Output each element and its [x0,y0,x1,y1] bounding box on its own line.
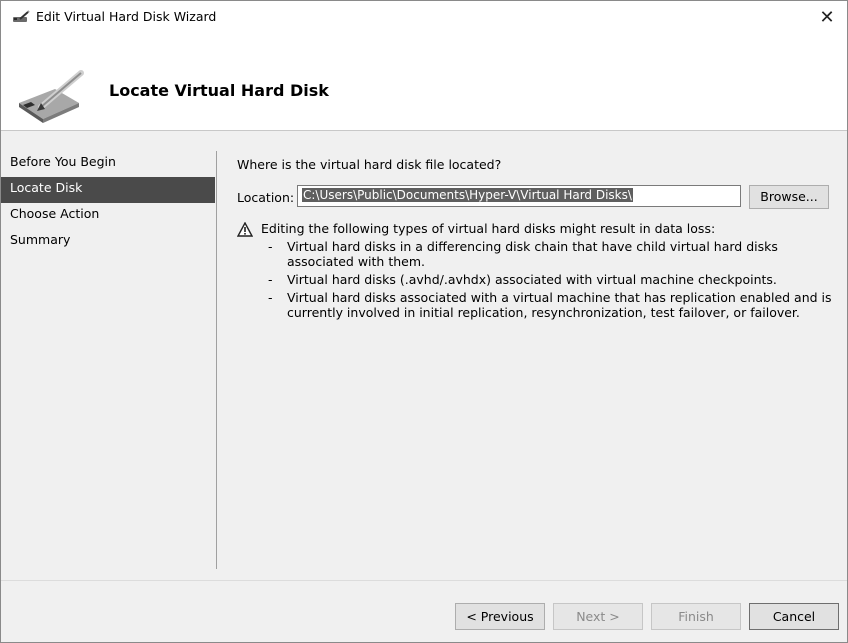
list-item: - Virtual hard disks in a differencing di… [263,239,835,269]
location-input[interactable]: C:\Users\Public\Documents\Hyper-V\Virtua… [297,185,741,207]
footer-divider [1,580,847,581]
location-input-value: C:\Users\Public\Documents\Hyper-V\Virtua… [302,188,633,202]
bullet-dash: - [268,290,273,305]
list-item: - Virtual hard disks (.avhd/.avhdx) assoc… [263,272,835,287]
wizard-step-nav: Before You Begin Locate Disk Choose Acti… [1,151,215,255]
previous-button[interactable]: < Previous [455,603,545,630]
page-title: Locate Virtual Hard Disk [109,81,329,100]
close-button[interactable]: ✕ [807,1,847,33]
nav-item-choose-action[interactable]: Choose Action [1,203,215,229]
hard-disk-pencil-icon [19,70,84,123]
wizard-window: Edit Virtual Hard Disk Wizard ✕ Locate V… [0,0,848,643]
browse-button[interactable]: Browse... [749,185,829,209]
bullet-text: Virtual hard disks in a differencing dis… [287,239,778,269]
next-button[interactable]: Next > [553,603,643,630]
list-item: - Virtual hard disks associated with a vi… [263,290,835,320]
bullet-text: Virtual hard disks (.avhd/.avhdx) associ… [287,272,777,287]
finish-button[interactable]: Finish [651,603,741,630]
warning-text: Editing the following types of virtual h… [261,221,716,236]
title-bar: Edit Virtual Hard Disk Wizard ✕ [1,1,847,33]
location-question: Where is the virtual hard disk file loca… [237,157,502,172]
location-label: Location: [237,190,295,205]
nav-item-before-you-begin[interactable]: Before You Begin [1,151,215,177]
wizard-header: Locate Virtual Hard Disk [1,33,847,131]
close-icon: ✕ [819,6,835,28]
disk-edit-icon [13,10,30,22]
cancel-button[interactable]: Cancel [749,603,839,630]
bullet-text: Virtual hard disks associated with a vir… [287,290,832,320]
nav-item-locate-disk[interactable]: Locate Disk [1,177,215,203]
warning-list: - Virtual hard disks in a differencing di… [263,239,835,323]
warning-triangle-icon [237,222,253,237]
nav-item-summary[interactable]: Summary [1,229,215,255]
window-title: Edit Virtual Hard Disk Wizard [36,9,217,24]
nav-divider [216,151,217,569]
bullet-dash: - [268,272,273,287]
bullet-dash: - [268,239,273,254]
